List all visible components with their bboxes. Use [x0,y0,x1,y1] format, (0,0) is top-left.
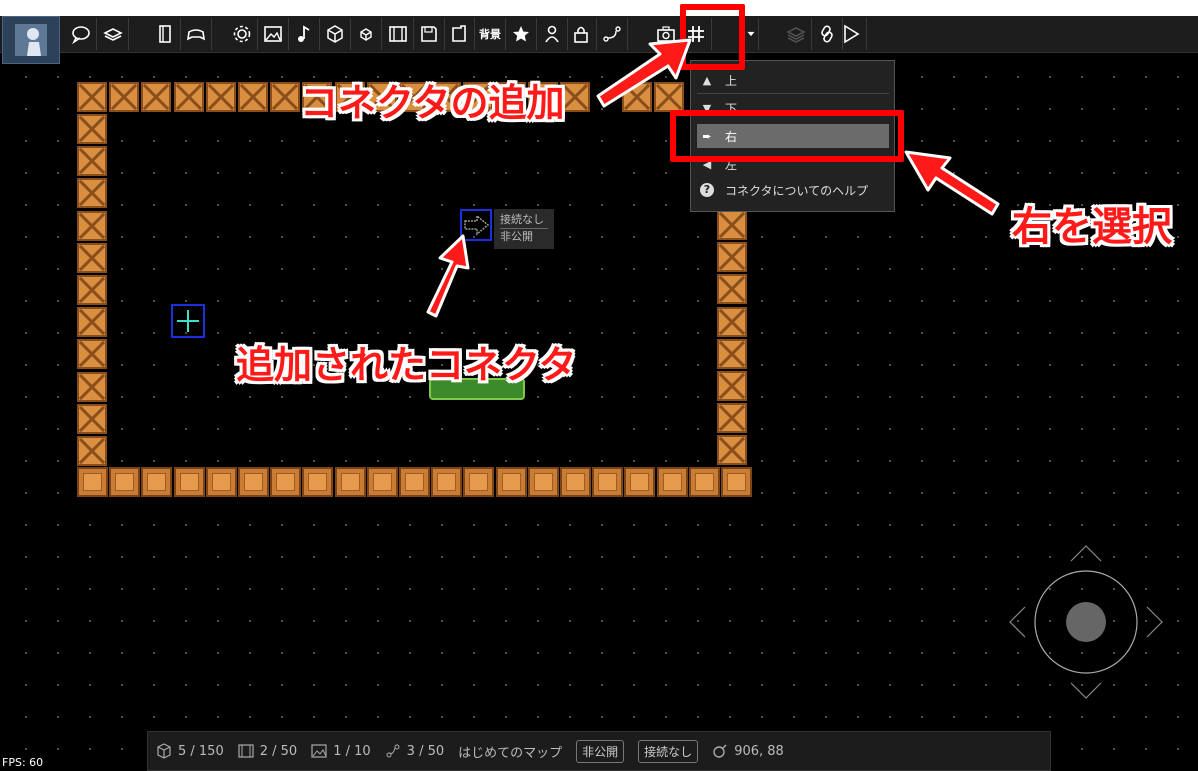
joystick-down-icon [1070,682,1102,699]
joystick-up-icon [1070,545,1102,562]
fps-counter: FPS: 60 [2,756,44,769]
connector-icon [386,744,400,758]
status-cursor: 906, 88 [712,743,784,759]
annotation-select-right: 右を選択 [1012,204,1172,250]
arrow-to-connector-button [596,38,692,108]
visibility-badge[interactable]: 非公開 [576,739,625,763]
status-scenes: 2 / 50 [238,744,297,759]
cube-icon [157,743,171,759]
status-images: 1 / 10 [311,744,371,759]
cursor-position-icon [713,744,727,758]
arrow-to-added-connector [426,234,470,318]
arrow-to-right-option [904,150,1000,216]
image-icon [311,744,327,758]
status-objects: 5 / 150 [156,743,224,759]
annotation-add-connector: コネクタの追加 [300,81,565,125]
film-icon [238,744,254,758]
virtual-joystick[interactable] [1005,543,1165,703]
joystick-right-icon [1146,606,1163,638]
status-connectors: 3 / 50 [385,743,444,759]
connection-badge[interactable]: 接続なし [638,739,699,763]
map-name[interactable]: はじめてのマップ [458,742,562,761]
joystick-left-icon [1009,606,1026,638]
status-bar: 5 / 150 2 / 50 1 / 10 3 / 50 はじめてのマップ 非公… [147,731,1051,771]
annotation-added-connector: 追加されたコネクタ [236,343,577,387]
